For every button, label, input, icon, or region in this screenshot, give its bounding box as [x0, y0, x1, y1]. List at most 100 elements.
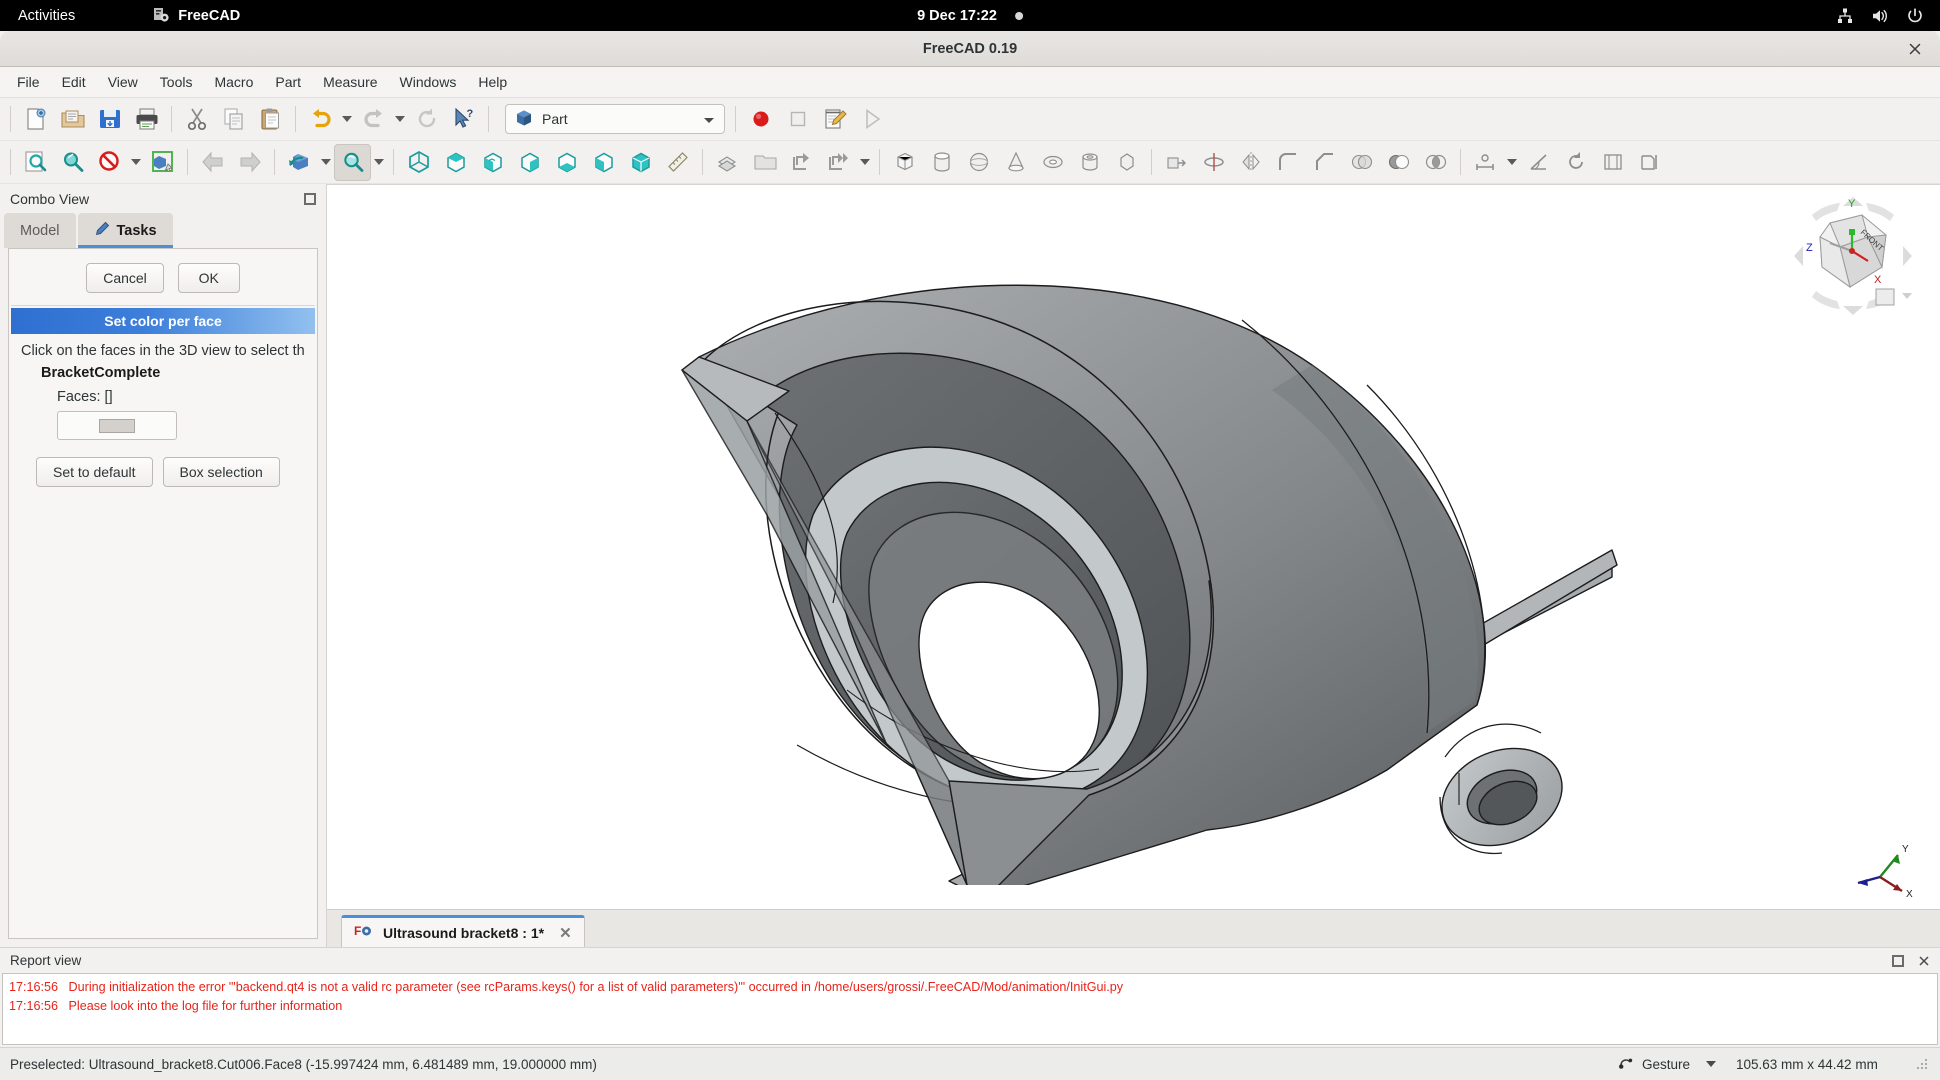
isometric-cube-icon[interactable]: [144, 144, 181, 181]
float-panel-icon[interactable]: [1892, 954, 1904, 967]
whats-this-icon[interactable]: ?: [445, 101, 482, 138]
report-view-log[interactable]: 17:16:56 During initialization the error…: [2, 973, 1938, 1045]
float-panel-icon[interactable]: [304, 192, 316, 205]
boolean-common-icon[interactable]: [1417, 144, 1454, 181]
macro-record-icon[interactable]: [742, 101, 779, 138]
menu-edit[interactable]: Edit: [51, 70, 97, 94]
boolean-cut-icon[interactable]: [1380, 144, 1417, 181]
navigation-mode-selector[interactable]: Gesture: [1618, 1056, 1716, 1072]
menu-help[interactable]: Help: [467, 70, 518, 94]
new-document-icon[interactable]: [17, 101, 54, 138]
menubar[interactable]: File Edit View Tools Macro Part Measure …: [0, 67, 1940, 98]
bracket-model[interactable]: [327, 185, 1940, 885]
redo-icon[interactable]: [355, 101, 392, 138]
axonometric-icon[interactable]: [281, 144, 318, 181]
refresh-icon[interactable]: [408, 101, 445, 138]
macro-execute-icon[interactable]: [853, 101, 890, 138]
resize-grip-icon[interactable]: [1914, 1056, 1930, 1072]
set-to-default-button[interactable]: Set to default: [36, 457, 153, 487]
document-tab[interactable]: F Ultrasound bracket8 : 1* ✕: [341, 915, 585, 947]
zoom-box-icon[interactable]: [334, 143, 371, 181]
draw-style-icon[interactable]: [91, 144, 128, 181]
part-dropdown-arrow-icon[interactable]: [857, 144, 873, 181]
menu-file[interactable]: File: [6, 70, 51, 94]
export-icon[interactable]: [783, 144, 820, 181]
chevron-down-icon[interactable]: [1706, 1061, 1716, 1067]
boolean-icon[interactable]: [709, 144, 746, 181]
close-icon[interactable]: [1906, 40, 1924, 58]
cancel-button[interactable]: Cancel: [86, 263, 164, 293]
macro-stop-icon[interactable]: [779, 101, 816, 138]
prism-icon[interactable]: [1108, 144, 1145, 181]
undo-icon[interactable]: [302, 101, 339, 138]
measure-dropdown-arrow-icon[interactable]: [1504, 144, 1520, 181]
top-view-icon[interactable]: [437, 144, 474, 181]
axonometric-dropdown-arrow-icon[interactable]: [318, 144, 334, 181]
task-title[interactable]: Set color per face: [11, 308, 315, 334]
sphere-icon[interactable]: [960, 144, 997, 181]
color-picker-button[interactable]: [57, 411, 177, 440]
torus-icon[interactable]: [1034, 144, 1071, 181]
measure-ruler-icon[interactable]: [659, 144, 696, 181]
print-icon[interactable]: [128, 101, 165, 138]
import-icon[interactable]: [820, 144, 857, 181]
front-view-icon[interactable]: [400, 144, 437, 181]
clock-button[interactable]: 9 Dec 17:22: [917, 8, 1023, 24]
document-tabbar[interactable]: F Ultrasound bracket8 : 1* ✕: [327, 909, 1940, 947]
tube-icon[interactable]: [1071, 144, 1108, 181]
zoom-dropdown-arrow-icon[interactable]: [371, 144, 387, 181]
forward-arrow-icon[interactable]: [231, 144, 268, 181]
right-view-icon[interactable]: [474, 144, 511, 181]
close-icon[interactable]: ✕: [555, 924, 572, 942]
copy-icon[interactable]: [215, 101, 252, 138]
app-menu-button[interactable]: FreeCAD: [153, 7, 240, 24]
close-icon[interactable]: [1918, 955, 1930, 967]
left-view-icon[interactable]: [585, 144, 622, 181]
ok-button[interactable]: OK: [177, 263, 240, 293]
menu-view[interactable]: View: [97, 70, 149, 94]
measure-linear-icon[interactable]: [1467, 144, 1504, 181]
draw-style-dropdown-arrow-icon[interactable]: [128, 144, 144, 181]
bottom-view-icon[interactable]: [548, 144, 585, 181]
menu-tools[interactable]: Tools: [149, 70, 204, 94]
navigation-cube[interactable]: Y X Z FRONT: [1790, 193, 1916, 319]
back-arrow-icon[interactable]: [194, 144, 231, 181]
tab-model[interactable]: Model: [4, 213, 76, 248]
cone-icon[interactable]: [997, 144, 1034, 181]
rear-view-icon[interactable]: [511, 144, 548, 181]
isometric-view-icon[interactable]: [622, 144, 659, 181]
menu-macro[interactable]: Macro: [203, 70, 264, 94]
measure-toggle-icon[interactable]: [1594, 144, 1631, 181]
3d-viewport[interactable]: Y X Z FRONT Y X: [327, 184, 1940, 909]
activities-button[interactable]: Activities: [18, 8, 75, 24]
box-selection-button[interactable]: Box selection: [162, 457, 280, 487]
fillet-icon[interactable]: [1269, 144, 1306, 181]
mirror-icon[interactable]: [1232, 144, 1269, 181]
measure-angular-icon[interactable]: [1520, 144, 1557, 181]
box-icon[interactable]: [886, 144, 923, 181]
revolve-icon[interactable]: [1195, 144, 1232, 181]
macro-edit-icon[interactable]: [816, 101, 853, 138]
boolean-union-icon[interactable]: [1343, 144, 1380, 181]
cut-icon[interactable]: [178, 101, 215, 138]
save-icon[interactable]: [91, 101, 128, 138]
system-tray[interactable]: [1836, 0, 1924, 31]
fit-all-icon[interactable]: [17, 144, 54, 181]
cylinder-icon[interactable]: [923, 144, 960, 181]
chamfer-icon[interactable]: [1306, 144, 1343, 181]
measure-refresh-icon[interactable]: [1557, 144, 1594, 181]
fit-selection-icon[interactable]: [54, 144, 91, 181]
tab-tasks[interactable]: Tasks: [77, 213, 173, 248]
combo-view-tabs[interactable]: Model Tasks: [0, 213, 326, 248]
redo-dropdown-arrow-icon[interactable]: [392, 101, 408, 138]
paste-icon[interactable]: [252, 101, 289, 138]
undo-dropdown-arrow-icon[interactable]: [339, 101, 355, 138]
chevron-down-icon[interactable]: [703, 111, 715, 127]
open-folder-icon[interactable]: [54, 101, 91, 138]
menu-windows[interactable]: Windows: [389, 70, 468, 94]
menu-part[interactable]: Part: [264, 70, 312, 94]
extrude-icon[interactable]: [1158, 144, 1195, 181]
measure-clear-icon[interactable]: [1631, 144, 1668, 181]
compound-icon[interactable]: [746, 144, 783, 181]
menu-measure[interactable]: Measure: [312, 70, 388, 94]
